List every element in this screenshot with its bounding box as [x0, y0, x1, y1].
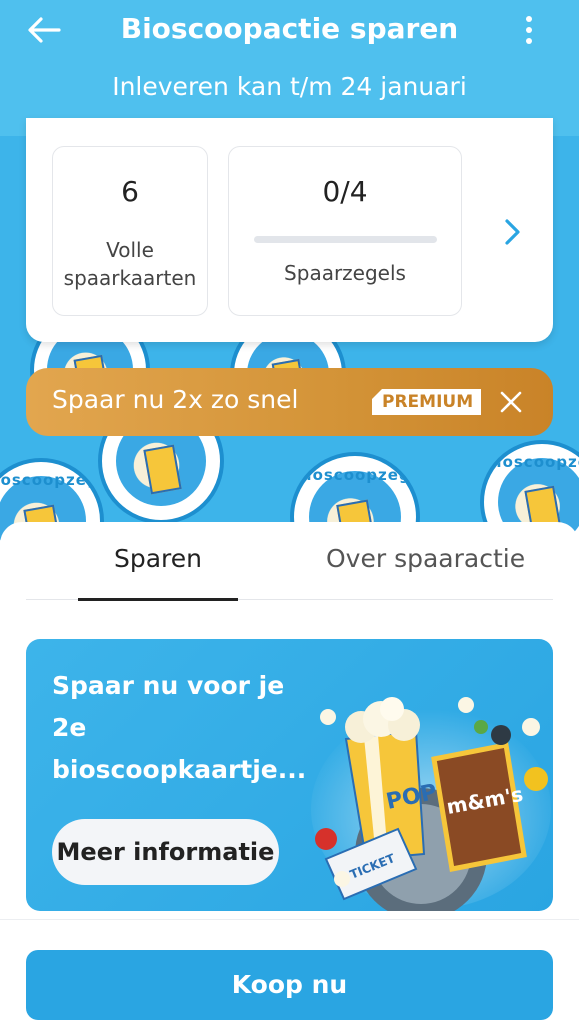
chevron-right-icon [505, 219, 520, 245]
tab-sparen[interactable]: Sparen [114, 544, 202, 573]
full-cards-label: Volle spaarkaarten [63, 238, 197, 290]
premium-badge: PREMIUM [372, 389, 482, 415]
promo-text: Spaar nu voor je 2e bioscoopkaartje... [52, 671, 307, 784]
content-sheet: Sparen Over spaaractie Spaar nu voor je … [0, 522, 579, 1024]
stamps-progress-bar [253, 236, 437, 243]
close-banner-button[interactable] [497, 388, 525, 416]
stamps-stat: 0/4 Spaarzegels [228, 146, 462, 316]
deadline-subtitle: Inleveren kan t/m 24 januari [112, 72, 467, 101]
stamps-count: 0/4 [322, 175, 368, 208]
buy-now-button[interactable]: Koop nu [26, 950, 553, 1020]
tab-over-spaaractie[interactable]: Over spaaractie [326, 544, 525, 573]
more-info-button[interactable]: Meer informatie [52, 819, 279, 885]
more-vertical-icon [526, 16, 532, 22]
stamps-label: Spaarzegels [284, 261, 406, 285]
stamp-ring-text: Bioscoopzegel [0, 471, 100, 490]
summary-next-button[interactable] [497, 214, 527, 250]
active-tab-indicator [78, 598, 238, 601]
full-cards-stat: 6 Volle spaarkaarten [52, 146, 208, 316]
promo-card[interactable]: Spaar nu voor je 2e bioscoopkaartje... M… [26, 639, 553, 911]
savings-summary-card[interactable]: 6 Volle spaarkaarten 0/4 Spaarzegels [26, 118, 553, 342]
more-menu-button[interactable] [519, 12, 539, 48]
premium-banner-text: Spaar nu 2x zo snel [52, 385, 299, 414]
tab-bar: Sparen Over spaaractie [26, 522, 553, 601]
close-icon [500, 391, 522, 413]
premium-banner[interactable]: Spaar nu 2x zo snel PREMIUM [26, 368, 553, 436]
full-cards-count: 6 [121, 175, 139, 208]
stamp-ring-text: Bioscoopzegel [294, 465, 420, 484]
bottom-divider [0, 919, 579, 920]
popcorn-candy-illustration: POP m&m's TICKET [311, 697, 551, 911]
page-title: Bioscoopactie sparen [120, 12, 459, 45]
app-header: Bioscoopactie sparen Inleveren kan t/m 2… [0, 0, 579, 136]
stamp-ring-text: Bioscoopzegel [484, 453, 579, 472]
